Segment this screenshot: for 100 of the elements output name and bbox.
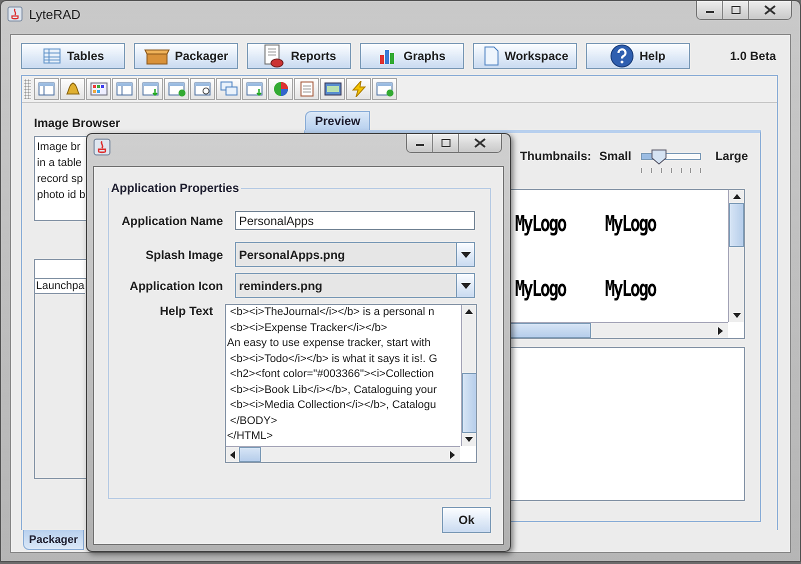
bell-icon	[64, 81, 82, 97]
ok-button[interactable]: Ok	[442, 507, 491, 533]
description-text: Image br	[37, 140, 80, 155]
close-button[interactable]	[749, 1, 791, 19]
maximize-icon	[730, 6, 740, 14]
down-arrow-icon	[732, 313, 740, 318]
scroll-thumb[interactable]	[239, 447, 261, 462]
page-icon	[482, 46, 500, 66]
nav-button[interactable]: Packager	[134, 43, 238, 69]
panel-title: Image Browser	[34, 116, 122, 130]
field-label: Application Icon	[128, 278, 223, 292]
screen-icon	[324, 81, 342, 97]
description-text: in a table	[37, 156, 82, 171]
nav-button[interactable]: Tables	[21, 43, 125, 69]
minimize-button[interactable]	[407, 134, 433, 152]
vertical-scrollbar[interactable]	[728, 190, 744, 322]
windows-icon	[220, 81, 238, 97]
logo-thumbnail[interactable]: MyLogo	[605, 212, 656, 237]
field-label: Help Text	[158, 304, 214, 318]
toolbar-button[interactable]	[372, 78, 397, 100]
nav-button[interactable]: Reports	[247, 43, 351, 69]
application-name-field[interactable]: PersonalApps	[235, 211, 475, 230]
help-text-line: <h2><font color="#003366"><i>Collection	[229, 367, 434, 382]
help-text-line: </BODY>	[229, 414, 278, 428]
field-label: Splash Image	[144, 248, 223, 262]
group-title: Application Properties	[110, 181, 240, 195]
version-label: 1.0 Beta	[730, 49, 776, 63]
logo-thumbnail[interactable]: MyLogo	[515, 277, 566, 302]
preview-tab[interactable]: Preview	[305, 111, 370, 130]
splash-image-dropdown[interactable]: PersonalApps.png	[235, 242, 475, 267]
description-text: photo id b	[37, 188, 86, 203]
scroll-thumb[interactable]	[462, 373, 476, 433]
thumbnails-label: Thumbnails:	[520, 149, 592, 163]
logo-thumbnail[interactable]: MyLogo	[605, 277, 656, 302]
help-text-line: </HTML>	[227, 429, 273, 444]
window-add-icon	[376, 81, 394, 97]
window-download-icon	[246, 81, 264, 97]
toolbar-button[interactable]	[320, 78, 345, 100]
cup-icon	[93, 138, 111, 156]
horizontal-scrollbar[interactable]	[226, 446, 460, 462]
toolbar-button[interactable]	[294, 78, 319, 100]
maximize-button[interactable]	[723, 1, 749, 19]
window-search-icon	[194, 81, 212, 97]
up-arrow-icon	[465, 309, 473, 314]
close-icon	[474, 138, 486, 148]
window-icon	[38, 81, 56, 97]
nav-button[interactable]: Graphs	[360, 43, 464, 69]
slider-thumb[interactable]	[651, 149, 668, 165]
document-icon	[262, 44, 286, 68]
nav-button[interactable]: Workspace	[473, 43, 577, 69]
help-text-line: <b><i>TheJournal</i></b> is a personal n	[229, 305, 434, 320]
help-text-line: <b><i>Book Lib</i></b>, Cataloguing your	[229, 382, 437, 398]
right-arrow-icon	[450, 450, 455, 458]
toolbar-button[interactable]	[164, 78, 189, 100]
toolbar-button[interactable]	[242, 78, 267, 100]
caret-icon	[460, 252, 470, 258]
description-text: record sp	[37, 172, 83, 187]
toolbar-button[interactable]	[190, 78, 215, 100]
pie-chart-icon	[272, 81, 290, 97]
logo-thumbnail[interactable]: MyLogo	[515, 212, 566, 237]
notepad-icon	[298, 81, 316, 97]
minimize-button[interactable]	[697, 1, 723, 19]
packager-tab[interactable]: Packager	[23, 530, 84, 550]
toolbar-button[interactable]	[86, 78, 111, 100]
panel-icon	[116, 81, 134, 97]
window-add-icon	[168, 81, 186, 97]
close-icon	[764, 5, 776, 15]
down-arrow-icon	[465, 437, 473, 442]
grid-icon	[90, 81, 108, 97]
up-arrow-icon	[732, 194, 740, 199]
help-text-area[interactable]	[225, 304, 477, 463]
lightning-icon	[350, 81, 368, 97]
large-label: Large	[715, 149, 748, 163]
close-button[interactable]	[459, 134, 501, 152]
toolbar-button[interactable]	[268, 78, 293, 100]
field-label: Application Name	[120, 214, 223, 228]
help-text-line: <b><i>Expense Tracker</i></b>	[229, 320, 388, 336]
application-icon-dropdown[interactable]: reminders.png	[235, 273, 475, 298]
vertical-scrollbar[interactable]	[461, 305, 476, 446]
left-arrow-icon	[230, 450, 235, 458]
toolbar-button[interactable]	[112, 78, 137, 100]
caret-icon	[460, 282, 470, 288]
list-item[interactable]: Launchpa	[35, 279, 86, 294]
right-arrow-icon	[718, 326, 723, 334]
help-text-line: <b><i>Media Collection</i></b>, Catalogu	[229, 398, 436, 413]
cup-icon	[7, 6, 23, 22]
toolbar-button[interactable]	[138, 78, 163, 100]
maximize-icon	[440, 139, 450, 147]
small-label: Small	[599, 149, 632, 163]
help-text-line: <b><i>Todo</i></b> is what it says it is!. G	[229, 352, 438, 366]
toolbar-button[interactable]	[60, 78, 85, 100]
window-download-icon	[142, 81, 160, 97]
nav-button[interactable]: Help	[586, 43, 690, 69]
table-icon	[42, 47, 62, 65]
help-icon	[610, 44, 634, 68]
window-title: LyteRAD	[29, 7, 81, 22]
help-text-line: An easy to use expense tracker, start with	[227, 336, 431, 351]
scroll-thumb[interactable]	[729, 203, 744, 247]
maximize-button[interactable]	[433, 134, 459, 152]
toolbar-button[interactable]	[34, 78, 59, 100]
